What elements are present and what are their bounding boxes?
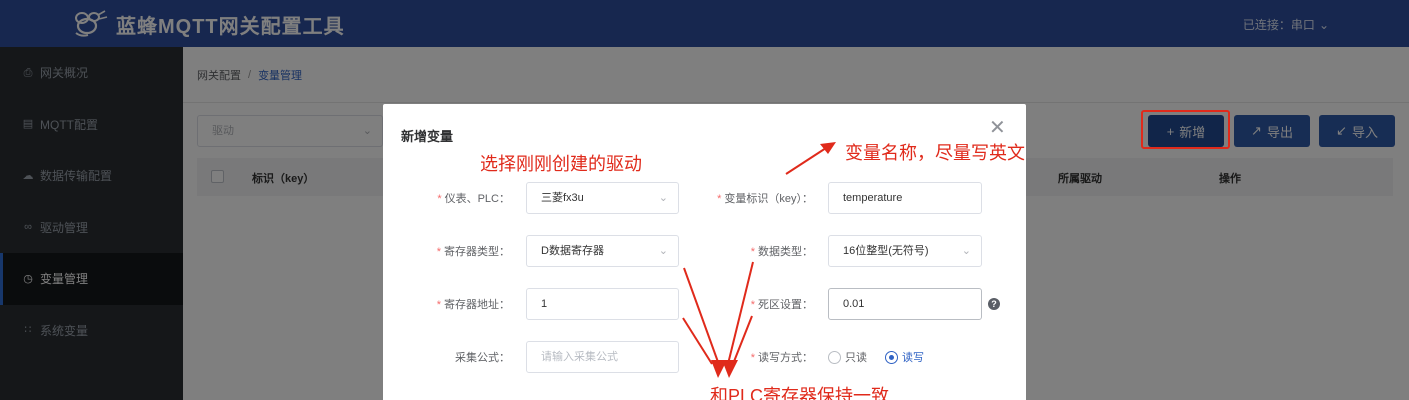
- formula-input[interactable]: 请输入采集公式: [526, 341, 679, 373]
- register-type-value: D数据寄存器: [541, 245, 604, 257]
- formula-placeholder: 请输入采集公式: [541, 351, 618, 363]
- radio-read-only-label: 只读: [845, 352, 867, 364]
- var-key-label: * 变量标识（key）：: [683, 190, 813, 206]
- deadband-input[interactable]: 0.01: [828, 288, 982, 320]
- register-addr-value: 1: [541, 298, 548, 310]
- annotation-plc-note: 和PLC寄存器保持一致: [710, 386, 890, 400]
- instrument-value: 三菱fx3u: [541, 192, 584, 204]
- chevron-down-icon: ⌄: [658, 192, 668, 204]
- radio-circle-icon: [828, 350, 841, 364]
- required-mark: *: [436, 299, 441, 311]
- deadband-label-text: 死区设置：: [758, 299, 813, 311]
- data-type-value: 16位整型(无符号): [843, 245, 929, 257]
- deadband-value: 0.01: [843, 298, 865, 310]
- required-mark: *: [750, 299, 755, 311]
- required-mark: *: [437, 193, 442, 205]
- register-addr-label-text: 寄存器地址：: [444, 299, 510, 311]
- radio-read-write[interactable]: 读写: [885, 349, 924, 365]
- register-type-select[interactable]: D数据寄存器 ⌄: [526, 235, 679, 267]
- data-type-select[interactable]: 16位整型(无符号) ⌄: [828, 235, 982, 267]
- chevron-down-icon: ⌄: [961, 245, 971, 257]
- register-type-label: * 寄存器类型：: [423, 243, 510, 259]
- radio-read-write-label: 读写: [902, 352, 924, 364]
- required-mark: *: [717, 193, 722, 205]
- instrument-label-text: 仪表、PLC：: [444, 193, 510, 205]
- rw-mode-label-text: 读写方式：: [758, 352, 813, 364]
- var-key-label-text: 变量标识（key）：: [724, 193, 813, 205]
- annotation-name-note: 变量名称，尽量写英文: [845, 143, 1025, 163]
- register-addr-input[interactable]: 1: [526, 288, 679, 320]
- var-key-value: temperature: [843, 192, 903, 204]
- deadband-label: * 死区设置：: [713, 296, 813, 312]
- data-type-label: * 数据类型：: [713, 243, 813, 259]
- instrument-select[interactable]: 三菱fx3u ⌄: [526, 182, 679, 214]
- chevron-down-icon: ⌄: [658, 245, 668, 257]
- register-type-label-text: 寄存器类型：: [444, 246, 510, 258]
- formula-label: 采集公式：: [423, 349, 510, 365]
- data-type-label-text: 数据类型：: [758, 246, 813, 258]
- radio-read-only[interactable]: 只读: [828, 349, 867, 365]
- radio-checked-icon: [885, 350, 898, 364]
- dialog-title: 新增变量: [401, 129, 454, 144]
- rw-mode-radio-group: 只读 读写: [828, 349, 924, 365]
- help-icon[interactable]: ?: [988, 298, 1000, 310]
- required-mark: *: [436, 246, 441, 258]
- instrument-label: * 仪表、PLC：: [423, 190, 510, 206]
- required-mark: *: [750, 352, 755, 364]
- var-key-input[interactable]: temperature: [828, 182, 982, 214]
- required-mark: *: [750, 246, 755, 258]
- formula-label-text: 采集公式：: [455, 352, 510, 364]
- annotation-driver-note: 选择刚刚创建的驱动: [480, 154, 642, 174]
- add-button-highlight-annotation: [1141, 110, 1230, 149]
- register-addr-label: * 寄存器地址：: [423, 296, 510, 312]
- rw-mode-label: * 读写方式：: [713, 349, 813, 365]
- close-icon[interactable]: ✕: [989, 118, 1006, 138]
